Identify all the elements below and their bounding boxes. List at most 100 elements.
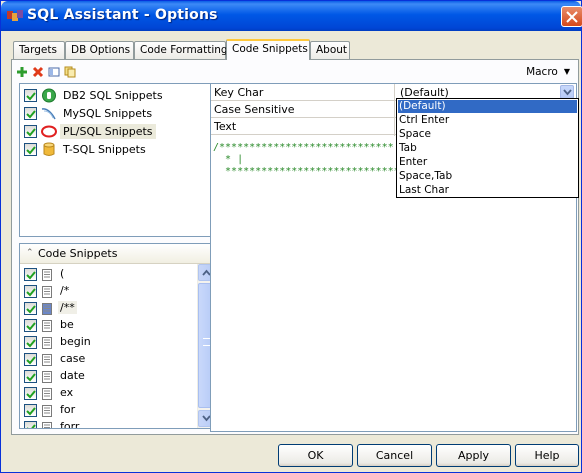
options-window: SQL Assistant - Options Targets DB Optio… xyxy=(0,0,582,473)
property-key: Case Sensitive xyxy=(214,103,295,116)
property-key: Text xyxy=(214,120,237,133)
library-checkbox[interactable] xyxy=(24,143,37,156)
library-label: MySQL Snippets xyxy=(63,107,153,120)
dropdown-option-space-tab[interactable]: Space,Tab xyxy=(398,170,577,183)
checkmark-icon xyxy=(26,305,36,314)
apply-button[interactable]: Apply xyxy=(436,444,511,467)
snippets-header-label: Code Snippets xyxy=(38,247,118,260)
db2-icon xyxy=(42,88,56,103)
snippet-document-icon xyxy=(42,388,52,400)
snippet-checkbox[interactable] xyxy=(24,404,37,417)
tab-label: DB Options xyxy=(71,44,131,56)
tab-targets[interactable]: Targets xyxy=(13,41,65,59)
delete-icon[interactable] xyxy=(32,66,44,78)
snippet-checkbox[interactable] xyxy=(24,421,37,428)
title-bar[interactable]: SQL Assistant - Options xyxy=(1,1,582,31)
snippet-checkbox[interactable] xyxy=(24,387,37,400)
snippet-checkbox[interactable] xyxy=(24,285,37,298)
snippet-code-editor[interactable]: /***************************** * | *****… xyxy=(213,142,399,178)
dropdown-option-enter[interactable]: Enter xyxy=(398,156,577,169)
snippet-document-icon xyxy=(42,337,52,349)
snippet-list-item[interactable]: ex xyxy=(24,385,194,402)
library-checkbox[interactable] xyxy=(24,89,37,102)
snippet-list-item[interactable]: be xyxy=(24,317,194,334)
snippet-label: for xyxy=(60,403,76,416)
dropdown-option-last-char[interactable]: Last Char xyxy=(398,184,577,197)
snippet-label: /* xyxy=(60,284,70,297)
snippet-checkbox[interactable] xyxy=(24,336,37,349)
checkmark-icon xyxy=(27,424,36,428)
snippet-label: case xyxy=(60,352,86,365)
snippet-checkbox[interactable] xyxy=(24,302,37,315)
library-checkbox[interactable] xyxy=(24,125,37,138)
snippet-document-icon xyxy=(42,303,52,315)
checkmark-icon xyxy=(26,288,36,297)
snippet-list-item[interactable]: date xyxy=(24,368,194,385)
library-item-db2[interactable]: DB2 SQL Snippets xyxy=(24,87,212,105)
dropdown-option-default[interactable]: (Default) xyxy=(398,100,577,113)
code-line: ***************************** xyxy=(213,166,399,177)
snippet-list-item[interactable]: for xyxy=(24,402,194,419)
key-char-dropdown-button[interactable] xyxy=(560,85,574,99)
checkmark-icon xyxy=(26,128,36,137)
macro-label: Macro xyxy=(526,66,558,78)
code-line: /***************************** xyxy=(213,142,394,153)
tab-code-formatting[interactable]: Code Formatting xyxy=(134,41,228,59)
copy-icon[interactable] xyxy=(64,66,76,78)
add-icon[interactable] xyxy=(16,66,28,78)
macro-menu[interactable]: Macro ▼ xyxy=(526,66,570,78)
checkmark-icon xyxy=(26,339,36,348)
snippet-checkbox[interactable] xyxy=(24,319,37,332)
library-item-plsql[interactable]: PL/SQL Snippets xyxy=(24,123,212,141)
dropdown-option-tab[interactable]: Tab xyxy=(398,142,577,155)
snippet-checkbox[interactable] xyxy=(24,268,37,281)
library-label: DB2 SQL Snippets xyxy=(63,89,163,102)
snippet-list-item[interactable]: ( xyxy=(24,266,194,283)
dropdown-option-space[interactable]: Space xyxy=(398,128,577,141)
tab-code-snippets[interactable]: Code Snippets xyxy=(226,39,310,60)
snippet-checkbox[interactable] xyxy=(24,370,37,383)
snippet-list-item[interactable]: /** xyxy=(24,300,194,317)
library-label: PL/SQL Snippets xyxy=(60,124,156,139)
ok-button[interactable]: OK xyxy=(278,444,353,467)
snippet-list-item[interactable]: case xyxy=(24,351,194,368)
tab-about[interactable]: About xyxy=(310,41,350,59)
property-key: Key Char xyxy=(214,86,264,99)
window-title: SQL Assistant - Options xyxy=(27,7,218,23)
snippet-list-item[interactable]: forr xyxy=(24,419,194,429)
snippet-label: date xyxy=(60,369,85,382)
snippet-label: forr xyxy=(60,420,80,429)
checkmark-icon xyxy=(26,146,36,155)
tab-label: Code Formatting xyxy=(140,44,228,56)
collapse-chevron-icon: ⌃ xyxy=(26,248,34,258)
dropdown-option-ctrl-enter[interactable]: Ctrl Enter xyxy=(398,114,577,127)
library-checkbox[interactable] xyxy=(24,107,37,120)
tab-db-options[interactable]: DB Options xyxy=(65,41,134,59)
snippet-list-item[interactable]: /* xyxy=(24,283,194,300)
chevron-down-icon xyxy=(563,89,572,96)
snippet-list-item[interactable]: begin xyxy=(24,334,194,351)
snippet-label: /** xyxy=(58,301,77,314)
tab-label: Targets xyxy=(19,44,57,56)
checkmark-icon xyxy=(26,390,36,399)
key-char-dropdown-list: (Default) Ctrl Enter Space Tab Enter Spa… xyxy=(396,98,579,198)
checkmark-icon xyxy=(26,373,36,382)
oracle-icon xyxy=(41,125,57,138)
snippet-checkbox[interactable] xyxy=(24,353,37,366)
tab-label: Code Snippets xyxy=(232,43,308,55)
close-button[interactable] xyxy=(561,6,582,27)
snippet-document-icon xyxy=(42,371,52,383)
code-line: * | xyxy=(213,154,244,165)
cancel-button[interactable]: Cancel xyxy=(357,444,432,467)
library-label: T-SQL Snippets xyxy=(63,143,146,156)
help-button[interactable]: Help xyxy=(515,444,579,467)
library-item-mysql[interactable]: MySQL Snippets xyxy=(24,105,212,123)
snippet-document-icon xyxy=(42,269,52,281)
library-item-tsql[interactable]: T-SQL Snippets xyxy=(24,141,212,159)
chevron-down-icon: ▼ xyxy=(563,67,570,76)
scroll-grip xyxy=(203,338,210,346)
snippets-header[interactable]: ⌃ Code Snippets xyxy=(20,244,214,264)
snippet-label: ex xyxy=(60,386,74,399)
code-snippets-list: ⌃ Code Snippets (/* /** be begin case date ex f… xyxy=(19,243,215,429)
view-icon[interactable] xyxy=(48,66,60,78)
